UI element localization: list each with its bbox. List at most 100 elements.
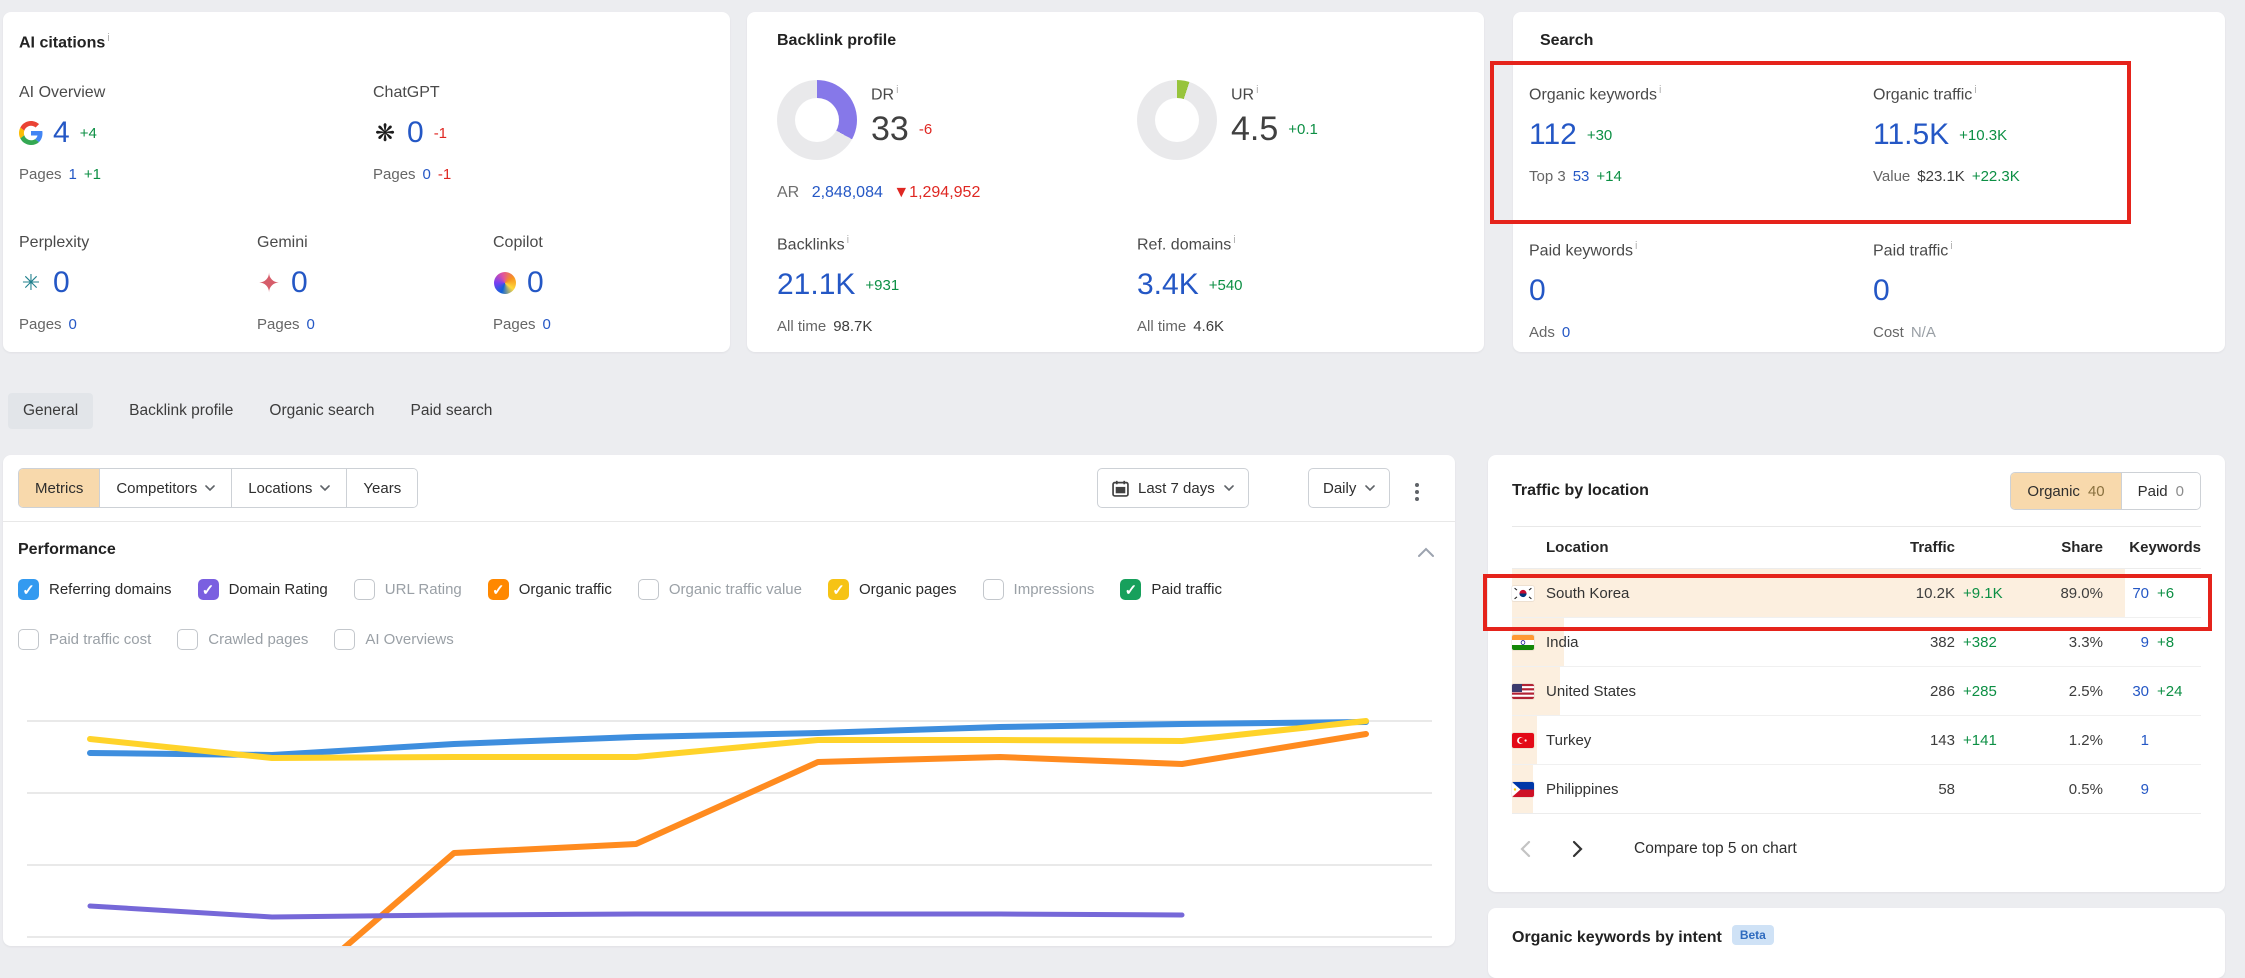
flag-south-korea-icon: [1512, 586, 1534, 601]
legend-checkbox-crawled-pages[interactable]: Crawled pages: [177, 629, 308, 650]
location-row-india[interactable]: India 382 +382 3.3% 9 +8: [1512, 618, 2201, 667]
chevron-down-icon: [1365, 485, 1375, 492]
checkbox-icon: [488, 579, 509, 600]
info-icon[interactable]: i: [896, 84, 898, 96]
dr-donut-chart: [777, 80, 857, 160]
location-row-south-korea[interactable]: South Korea 10.2K +9.1K 89.0% 70 +6: [1512, 569, 2201, 618]
tab-paid-search[interactable]: Paid search: [411, 393, 493, 429]
gemini-value[interactable]: 0: [291, 266, 308, 300]
traffic-table-header: Location Traffic Share Keywords: [1512, 527, 2201, 569]
keywords-link[interactable]: 1: [2103, 732, 2149, 749]
date-range-dropdown[interactable]: Last 7 days: [1097, 468, 1249, 508]
paid-keywords-value[interactable]: 0: [1529, 274, 1546, 308]
collapse-chevron-up-icon[interactable]: [1418, 547, 1434, 557]
legend-checkbox-ai-overviews[interactable]: AI Overviews: [334, 629, 453, 650]
ai-overview-value[interactable]: 4: [53, 116, 70, 150]
search-card: Search Organic keywordsi 112 +30 Top 3 5…: [1513, 12, 2225, 352]
ur-delta: +0.1: [1288, 121, 1318, 138]
location-row-philippines[interactable]: Philippines 58 0.5% 9: [1512, 765, 2201, 814]
organic-keywords-value[interactable]: 112: [1529, 118, 1577, 152]
legend-label: Referring domains: [49, 581, 172, 598]
checkbox-icon: [18, 629, 39, 650]
organic-intent-title: Organic keywords by intentBeta: [1512, 928, 2201, 947]
copilot-value[interactable]: 0: [527, 266, 544, 300]
toggle-paid[interactable]: Paid0: [2121, 473, 2200, 509]
dr-delta: -6: [919, 121, 932, 138]
info-icon[interactable]: i: [1974, 84, 1976, 96]
tab-organic-search[interactable]: Organic search: [269, 393, 374, 429]
locations-dropdown[interactable]: Locations: [232, 469, 347, 507]
checkbox-icon: [18, 579, 39, 600]
chatgpt-label: ChatGPT: [373, 84, 703, 102]
perplexity-value[interactable]: 0: [53, 266, 70, 300]
backlinks-value[interactable]: 21.1K: [777, 268, 855, 302]
compare-top5-link[interactable]: Compare top 5 on chart: [1634, 840, 1797, 858]
ref-domains-delta: +540: [1209, 277, 1243, 294]
competitors-dropdown[interactable]: Competitors: [100, 469, 232, 507]
metrics-toolbar: Metrics Competitors Locations Years: [18, 468, 418, 508]
kebab-menu-icon[interactable]: [1407, 475, 1427, 509]
gemini-pages: Pages 0: [257, 316, 477, 333]
ref-domains-metric: Ref. domainsi 3.4K +540 All time 4.6K: [1137, 234, 1467, 335]
chatgpt-value[interactable]: 0: [407, 116, 424, 150]
keywords-link[interactable]: 9: [2103, 781, 2149, 798]
ai-overview-label: AI Overview: [19, 84, 349, 102]
ref-domains-label: Ref. domainsi: [1137, 234, 1467, 254]
keywords-link[interactable]: 9: [2103, 634, 2149, 651]
legend-checkbox-paid-traffic[interactable]: Paid traffic: [1120, 579, 1222, 600]
legend-label: Paid traffic cost: [49, 631, 151, 648]
tab-backlink-profile[interactable]: Backlink profile: [129, 393, 233, 429]
chatgpt-pages: Pages 0 -1: [373, 166, 703, 183]
location-row-united-states[interactable]: United States 286 +285 2.5% 30 +24: [1512, 667, 2201, 716]
years-button[interactable]: Years: [347, 469, 417, 507]
info-icon[interactable]: i: [107, 32, 109, 44]
legend-label: Organic pages: [859, 581, 957, 598]
flag-philippines-icon: [1512, 782, 1534, 797]
traffic-by-location-card: Traffic by location Organic40 Paid0 Loca…: [1488, 455, 2225, 892]
performance-title: Performance: [18, 541, 116, 559]
info-icon[interactable]: i: [1233, 234, 1235, 246]
location-row-turkey[interactable]: Turkey 143 +141 1.2% 1: [1512, 716, 2201, 765]
paid-traffic-value[interactable]: 0: [1873, 274, 1890, 308]
toggle-organic[interactable]: Organic40: [2011, 473, 2120, 509]
legend-checkbox-organic-traffic[interactable]: Organic traffic: [488, 579, 612, 600]
metrics-button[interactable]: Metrics: [19, 469, 100, 507]
info-icon[interactable]: i: [847, 234, 849, 246]
checkbox-icon: [638, 579, 659, 600]
ur-donut-chart: [1137, 80, 1217, 160]
info-icon[interactable]: i: [1635, 240, 1637, 252]
backlinks-alltime: All time 98.7K: [777, 318, 1107, 335]
info-icon[interactable]: i: [1256, 84, 1258, 96]
organic-keywords-metric: Organic keywordsi 112 +30 Top 3 53 +14: [1529, 84, 1859, 185]
keywords-link[interactable]: 70: [2103, 585, 2149, 602]
chevron-down-icon: [205, 485, 215, 492]
legend-checkbox-url-rating[interactable]: URL Rating: [354, 579, 462, 600]
legend-checkbox-domain-rating[interactable]: Domain Rating: [198, 579, 328, 600]
legend-label: Domain Rating: [229, 581, 328, 598]
keywords-link[interactable]: 30: [2103, 683, 2149, 700]
search-title: Search: [1540, 32, 2198, 50]
legend-checkbox-paid-traffic-cost[interactable]: Paid traffic cost: [18, 629, 151, 650]
legend-checkbox-organic-pages[interactable]: Organic pages: [828, 579, 957, 600]
legend-checkbox-referring-domains[interactable]: Referring domains: [18, 579, 172, 600]
traffic-value-row: Value $23.1K +22.3K: [1873, 168, 2203, 185]
granularity-dropdown[interactable]: Daily: [1308, 468, 1390, 508]
legend-label: AI Overviews: [365, 631, 453, 648]
organic-traffic-value[interactable]: 11.5K: [1873, 118, 1949, 152]
tab-general[interactable]: General: [8, 393, 93, 429]
performance-line-chart[interactable]: [3, 650, 1455, 946]
prev-page-icon[interactable]: [1512, 836, 1538, 862]
ref-domains-value[interactable]: 3.4K: [1137, 268, 1199, 302]
info-icon[interactable]: i: [1659, 84, 1661, 96]
location-pager: Compare top 5 on chart: [1512, 836, 2201, 862]
next-page-icon[interactable]: [1564, 836, 1590, 862]
backlinks-delta: +931: [865, 277, 899, 294]
perplexity-logo-icon: ✳: [19, 271, 43, 295]
checkbox-icon: [828, 579, 849, 600]
info-icon[interactable]: i: [1950, 240, 1952, 252]
section-tabs: General Backlink profile Organic search …: [8, 393, 492, 429]
ar-value[interactable]: 2,848,084: [812, 184, 883, 201]
legend-checkbox-impressions[interactable]: Impressions: [983, 579, 1095, 600]
perplexity-label: Perplexity: [19, 234, 239, 252]
legend-checkbox-organic-traffic-value[interactable]: Organic traffic value: [638, 579, 802, 600]
